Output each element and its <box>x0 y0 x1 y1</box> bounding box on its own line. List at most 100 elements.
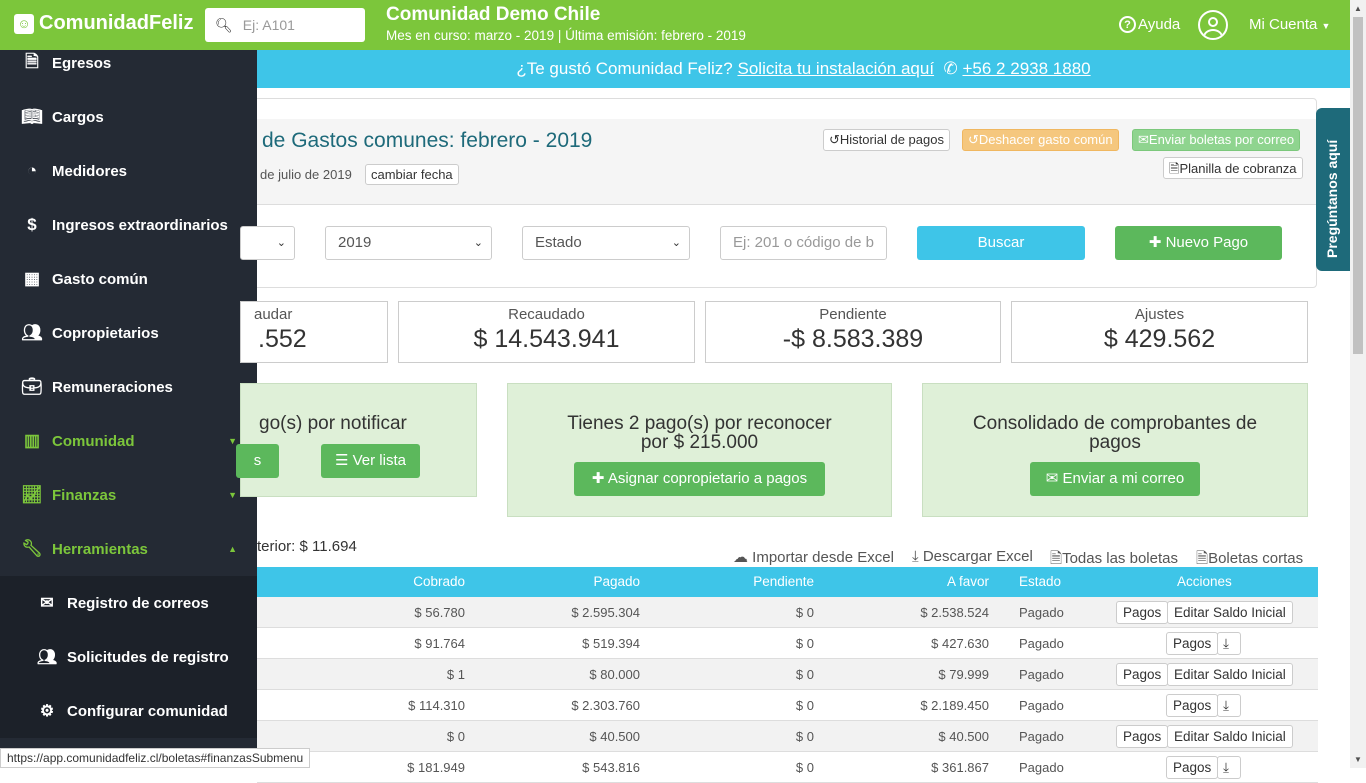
sidebar-item-finanzas[interactable]: 📈︎ Finanzas ▼ <box>0 468 257 522</box>
promo-link[interactable]: Solicita tu instalación aquí <box>738 59 935 78</box>
table-row: $ 56.780 $ 2.595.304 $ 0 $ 2.538.524 Pagado P… <box>257 597 1318 628</box>
notify-button[interactable]: s <box>236 444 279 478</box>
gear-icon: ⚙ <box>39 703 55 720</box>
user-avatar-icon[interactable] <box>1198 10 1228 40</box>
card-header: de Gastos comunes: febrero - 2019 de jul… <box>257 119 1318 205</box>
caret-down-icon: ▼ <box>1321 21 1331 31</box>
sidebar-item-label: Copropietarios <box>52 324 159 342</box>
billing-sheet-button[interactable]: 🗎Planilla de cobranza <box>1163 157 1303 179</box>
phone-icon: ✆ <box>943 59 958 78</box>
payments-button[interactable]: Pagos <box>1116 725 1169 748</box>
status-url: https://app.comunidadfeliz.cl/boletas#fi… <box>0 748 311 768</box>
payment-history-button[interactable]: ↺Historial de pagos <box>823 129 950 151</box>
assign-owner-button[interactable]: ✚ Asignar copropietario a pagos <box>574 462 825 496</box>
logo[interactable]: ☺ ComunidadFeliz <box>14 12 193 35</box>
users-icon: 👥︎ <box>36 649 58 666</box>
unit-code-input[interactable]: Ej: 201 o código de b <box>720 226 887 260</box>
payments-button[interactable]: Pagos <box>1116 601 1169 624</box>
submenu-item-solicitudes[interactable]: 👥︎ Solicitudes de registro <box>0 630 257 684</box>
link-label: Descargar Excel <box>922 548 1033 565</box>
chevron-down-icon: ⌄ <box>276 237 286 249</box>
caret-up-icon: ▲ <box>228 544 237 554</box>
sidebar-item-herramientas[interactable]: 🔧︎ Herramientas ▲ <box>0 522 257 576</box>
send-receipts-button[interactable]: ✉Enviar boletas por correo <box>1132 129 1301 151</box>
promo-phone[interactable]: +56 2 2938 1880 <box>963 59 1091 78</box>
cell-afavor: $ 427.630 <box>931 636 989 651</box>
ask-us-tab[interactable]: Pregúntanos aquí <box>1316 108 1350 271</box>
table-row: $ 114.310 $ 2.303.760 $ 0 $ 2.189.450 Pagado… <box>257 690 1318 721</box>
change-date-button[interactable]: cambiar fecha <box>365 164 459 185</box>
sidebar-item-medidores[interactable]: ◔ Medidores <box>0 144 257 198</box>
button-label: Asignar copropietario a pagos <box>607 470 808 487</box>
book-icon: 📖︎ <box>21 107 43 126</box>
button-label: Enviar a mi correo <box>1062 470 1185 487</box>
download-excel-link[interactable]: ⤓ Descargar Excel <box>912 548 1033 565</box>
edit-initial-balance-button[interactable]: Editar Saldo Inicial <box>1167 601 1293 624</box>
sidebar-item-egresos[interactable]: 🗎 Egresos <box>0 36 257 90</box>
cell-pagado: $ 519.394 <box>582 636 640 651</box>
help-link[interactable]: ? Ayuda <box>1119 16 1180 33</box>
link-label: Importar desde Excel <box>752 549 894 566</box>
history-icon: ↺ <box>829 132 840 147</box>
cell-pagado: $ 2.303.760 <box>571 698 640 713</box>
submenu-item-label: Configurar comunidad <box>67 702 228 720</box>
due-date: de julio de 2019 <box>260 167 352 182</box>
logo-text: ComunidadFeliz <box>39 12 194 34</box>
import-excel-link[interactable]: ☁ Importar desde Excel <box>733 548 894 566</box>
box-title: Tienes 2 pago(s) por reconocer <box>567 413 832 434</box>
scroll-up-icon[interactable]: ▲ <box>1354 4 1362 13</box>
sidebar-item-label: Ingresos extraordinarios <box>52 216 228 234</box>
stat-value: -$ 8.583.389 <box>782 325 924 353</box>
month-select[interactable]: ⌄ <box>240 226 295 260</box>
payments-button[interactable]: Pagos <box>1166 694 1219 717</box>
download-icon[interactable]: ⤓ <box>1217 694 1241 717</box>
calculator-icon: ▦ <box>23 269 41 288</box>
sidebar: 🗎 Egresos 📖︎ Cargos ◔ Medidores $ Ingresos e… <box>0 50 257 768</box>
payments-button[interactable]: Pagos <box>1166 632 1219 655</box>
plus-icon: ✚ <box>1148 234 1162 251</box>
edit-initial-balance-button[interactable]: Editar Saldo Inicial <box>1167 663 1293 686</box>
undo-expense-button[interactable]: ↺Deshacer gasto común <box>962 129 1119 151</box>
table-row: $ 91.764 $ 519.394 $ 0 $ 427.630 Pagado Pagos… <box>257 628 1318 659</box>
box-subtitle: pagos <box>1089 432 1141 453</box>
page-scrollbar[interactable]: ▲ ▼ <box>1350 0 1366 768</box>
send-to-email-button[interactable]: ✉ Enviar a mi correo <box>1030 462 1200 496</box>
cell-cobrado: $ 91.764 <box>414 636 465 651</box>
stat-value: $ 14.543.941 <box>473 325 620 353</box>
sidebar-item-gasto-comun[interactable]: ▦ Gasto común <box>0 252 257 306</box>
logo-icon: ☺ <box>14 13 34 34</box>
sidebar-item-label: Egresos <box>52 54 112 72</box>
scroll-thumb[interactable] <box>1353 17 1363 354</box>
column-header: Pendiente <box>753 574 814 589</box>
download-icon: ⤓ <box>912 548 919 565</box>
year-select[interactable]: 2019 ⌄ <box>325 226 492 260</box>
sidebar-item-remuneraciones[interactable]: 💼︎ Remuneraciones <box>0 360 257 414</box>
envelope-icon: ✉ <box>1045 470 1059 487</box>
search-button[interactable]: Buscar <box>917 226 1085 260</box>
payments-button[interactable]: Pagos <box>1116 663 1169 686</box>
caret-down-icon: ▼ <box>228 490 237 500</box>
sidebar-item-ingresos[interactable]: $ Ingresos extraordinarios <box>0 198 257 252</box>
submenu-item-registro-correos[interactable]: ✉ Registro de correos <box>0 576 257 630</box>
sidebar-item-comunidad[interactable]: ▥ Comunidad ▼ <box>0 414 257 468</box>
pdf-icon: 🗎 <box>1050 550 1063 567</box>
view-list-button[interactable]: ☰ Ver lista <box>321 444 420 478</box>
submenu-item-label: Solicitudes de registro <box>67 648 229 666</box>
submenu-item-configurar[interactable]: ⚙ Configurar comunidad <box>0 684 257 738</box>
sidebar-item-copropietarios[interactable]: 👥︎ Copropietarios <box>0 306 257 360</box>
link-label: Todas las boletas <box>1062 550 1178 567</box>
sidebar-item-cargos[interactable]: 📖︎ Cargos <box>0 90 257 144</box>
help-label: Ayuda <box>1138 16 1181 33</box>
new-payment-button[interactable]: ✚ Nuevo Pago <box>1115 226 1282 260</box>
community-name: Comunidad Demo Chile <box>386 4 601 25</box>
status-select[interactable]: Estado ⌄ <box>522 226 690 260</box>
edit-initial-balance-button[interactable]: Editar Saldo Inicial <box>1167 725 1293 748</box>
sidebar-item-label: Finanzas <box>52 486 117 504</box>
cell-pagado: $ 80.000 <box>589 667 640 682</box>
year-value: 2019 <box>338 234 372 251</box>
scroll-down-icon[interactable]: ▼ <box>1354 755 1362 764</box>
cell-pagado: $ 2.595.304 <box>571 605 640 620</box>
sidebar-item-label: Gasto común <box>52 270 148 288</box>
download-icon[interactable]: ⤓ <box>1217 632 1241 655</box>
account-menu[interactable]: Mi Cuenta ▼ <box>1249 16 1330 33</box>
